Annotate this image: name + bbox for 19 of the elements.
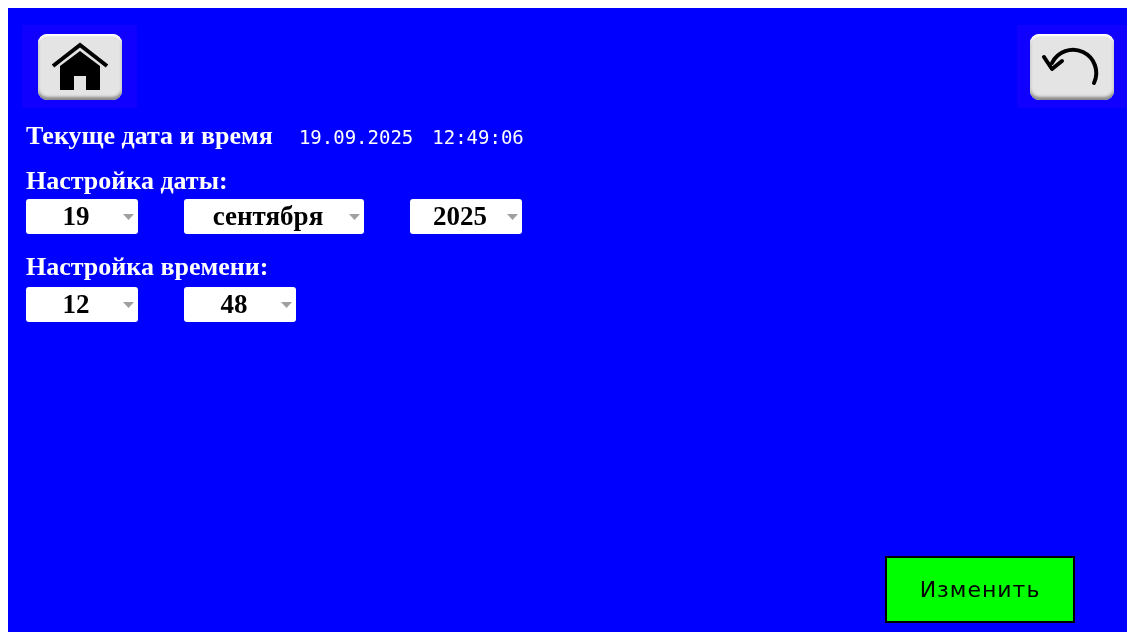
dropdown[interactable]: 2025 <box>410 199 522 234</box>
undo-button[interactable] <box>1030 33 1114 100</box>
caret-icon <box>123 302 134 308</box>
caret-icon <box>281 302 292 308</box>
dropdown[interactable]: 12 <box>26 287 138 322</box>
current-datetime-label: Текуще дата и время <box>26 120 273 152</box>
caret-icon <box>123 214 134 220</box>
caret-icon <box>349 214 360 220</box>
current-date: 19.09.2025 <box>298 125 414 150</box>
home-button[interactable] <box>37 33 122 100</box>
dropdown[interactable]: 48 <box>184 287 296 322</box>
dropdown[interactable]: сентября <box>184 199 364 234</box>
home-icon <box>50 41 109 92</box>
apply-button[interactable]: Изменить <box>885 556 1075 623</box>
dropdown[interactable]: 19 <box>26 199 138 234</box>
current-time: 12:49:06 <box>432 125 524 150</box>
time-settings-label: Настройка времени: <box>26 251 270 283</box>
caret-icon <box>507 214 518 220</box>
date-settings-label: Настройка даты: <box>26 165 229 197</box>
